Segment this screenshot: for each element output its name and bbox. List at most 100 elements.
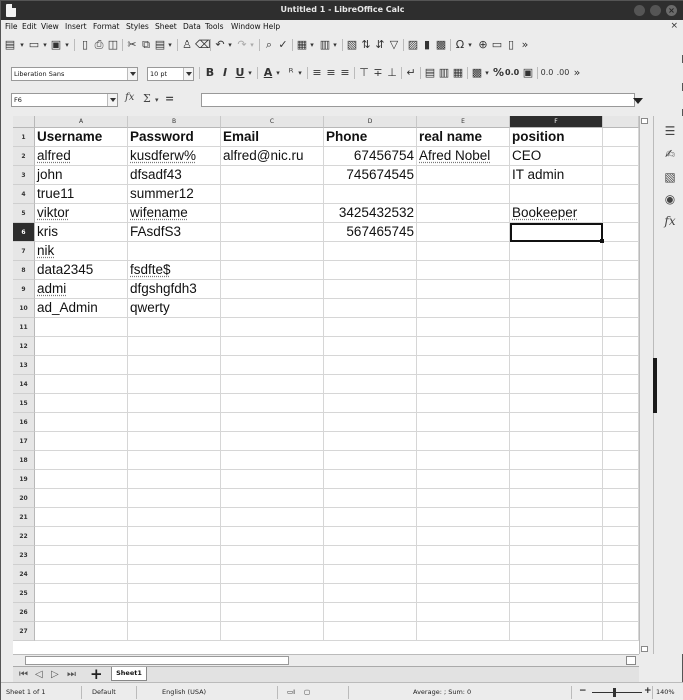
cell-b9[interactable]: dfgshgfdh3: [128, 280, 221, 299]
column-header-e[interactable]: E: [417, 116, 510, 128]
cell-e7[interactable]: [417, 242, 510, 261]
cell-b16[interactable]: [128, 413, 221, 432]
cell-a25[interactable]: [35, 584, 128, 603]
cell-c14[interactable]: [221, 375, 324, 394]
merge-center-icon[interactable]: ▤: [424, 67, 436, 79]
column-header-b[interactable]: B: [128, 116, 221, 128]
cell-d19[interactable]: [324, 470, 417, 489]
cell-d26[interactable]: [324, 603, 417, 622]
cell-c9[interactable]: [221, 280, 324, 299]
cell-c22[interactable]: [221, 527, 324, 546]
cell-e18[interactable]: [417, 451, 510, 470]
print-icon[interactable]: ⎙: [93, 39, 105, 51]
cell-d3[interactable]: 745674545: [324, 166, 417, 185]
scroll-up-button[interactable]: [641, 118, 648, 124]
cell-b22[interactable]: [128, 527, 221, 546]
cell-f26[interactable]: [510, 603, 603, 622]
minimize-button[interactable]: [634, 5, 645, 16]
cell-e3[interactable]: [417, 166, 510, 185]
cell-a23[interactable]: [35, 546, 128, 565]
cell-a10[interactable]: ad_Admin: [35, 299, 128, 318]
styles-icon[interactable]: ✍: [663, 147, 677, 161]
align-center-icon[interactable]: ≡: [325, 67, 337, 79]
cell-b18[interactable]: [128, 451, 221, 470]
cell-f21[interactable]: [510, 508, 603, 527]
cell-a3[interactable]: john: [35, 166, 128, 185]
gallery-icon[interactable]: ▧: [663, 170, 677, 184]
clone-formatting-icon[interactable]: ♙: [181, 39, 193, 51]
cell-g3[interactable]: [603, 166, 639, 185]
row-header-23[interactable]: 23: [13, 546, 35, 565]
cell-g25[interactable]: [603, 584, 639, 603]
cell-f17[interactable]: [510, 432, 603, 451]
cell-c5[interactable]: [221, 204, 324, 223]
menu-file[interactable]: File: [5, 22, 18, 31]
cell-e19[interactable]: [417, 470, 510, 489]
cell-a24[interactable]: [35, 565, 128, 584]
cell-e11[interactable]: [417, 318, 510, 337]
cell-a22[interactable]: [35, 527, 128, 546]
cell-a12[interactable]: [35, 337, 128, 356]
redo-dropdown-icon[interactable]: ▾: [248, 39, 256, 51]
active-cell[interactable]: [510, 223, 603, 242]
cell-f24[interactable]: [510, 565, 603, 584]
cell-f11[interactable]: [510, 318, 603, 337]
font-color-dropdown-icon[interactable]: ▾: [274, 67, 282, 79]
row-header-11[interactable]: 11: [13, 318, 35, 337]
cell-e21[interactable]: [417, 508, 510, 527]
cell-g15[interactable]: [603, 394, 639, 413]
cell-c27[interactable]: [221, 622, 324, 641]
close-window-button[interactable]: ×: [666, 5, 677, 16]
cell-g7[interactable]: [603, 242, 639, 261]
cell-a6[interactable]: kris: [35, 223, 128, 242]
zoom-slider[interactable]: [592, 692, 642, 693]
page-style[interactable]: Default: [92, 688, 116, 696]
row-header-2[interactable]: 2: [13, 147, 35, 166]
cell-a9[interactable]: admi: [35, 280, 128, 299]
pivot-table-icon[interactable]: ▩: [435, 39, 447, 51]
background-color-dropdown-icon[interactable]: ▾: [296, 67, 304, 79]
menu-sheet[interactable]: Sheet: [155, 22, 177, 31]
row-dropdown-icon[interactable]: ▾: [308, 39, 316, 51]
cell-g13[interactable]: [603, 356, 639, 375]
cell-f25[interactable]: [510, 584, 603, 603]
cell-d18[interactable]: [324, 451, 417, 470]
cell-c1[interactable]: Email: [221, 128, 324, 147]
cell-f12[interactable]: [510, 337, 603, 356]
cell-c2[interactable]: alfred@nic.ru: [221, 147, 324, 166]
cell-a14[interactable]: [35, 375, 128, 394]
align-middle-icon[interactable]: ∓: [372, 67, 384, 79]
cell-g9[interactable]: [603, 280, 639, 299]
align-left-icon[interactable]: ≡: [311, 67, 323, 79]
row-header-13[interactable]: 13: [13, 356, 35, 375]
currency-dropdown-icon[interactable]: ▾: [483, 67, 491, 79]
cell-a1[interactable]: Username: [35, 128, 128, 147]
sheet-tab-sheet1[interactable]: Sheet1: [111, 667, 147, 681]
function-wizard-icon[interactable]: fx: [125, 92, 134, 103]
formatting-toolbar-overflow-icon[interactable]: »: [572, 67, 582, 79]
cell-a27[interactable]: [35, 622, 128, 641]
cell-c17[interactable]: [221, 432, 324, 451]
cell-g18[interactable]: [603, 451, 639, 470]
cell-d8[interactable]: [324, 261, 417, 280]
zoom-in-button[interactable]: +: [644, 686, 652, 696]
save-icon[interactable]: ▣: [50, 39, 62, 51]
row-header-18[interactable]: 18: [13, 451, 35, 470]
font-name-combo[interactable]: Liberation Sans: [11, 67, 138, 81]
cell-f4[interactable]: [510, 185, 603, 204]
cell-a17[interactable]: [35, 432, 128, 451]
column-header-d[interactable]: D: [324, 116, 417, 128]
chevron-down-icon[interactable]: [183, 68, 193, 80]
cell-f19[interactable]: [510, 470, 603, 489]
cell-e22[interactable]: [417, 527, 510, 546]
chevron-down-icon[interactable]: [107, 94, 117, 106]
cell-d7[interactable]: [324, 242, 417, 261]
selection-mode-icon[interactable]: ▭I: [287, 688, 295, 696]
scroll-right-button[interactable]: [626, 656, 636, 665]
menu-help[interactable]: Help: [263, 22, 280, 31]
menu-edit[interactable]: Edit: [22, 22, 37, 31]
cell-d25[interactable]: [324, 584, 417, 603]
cell-g23[interactable]: [603, 546, 639, 565]
row-header-9[interactable]: 9: [13, 280, 35, 299]
export-pdf-icon[interactable]: ▯: [79, 39, 91, 51]
